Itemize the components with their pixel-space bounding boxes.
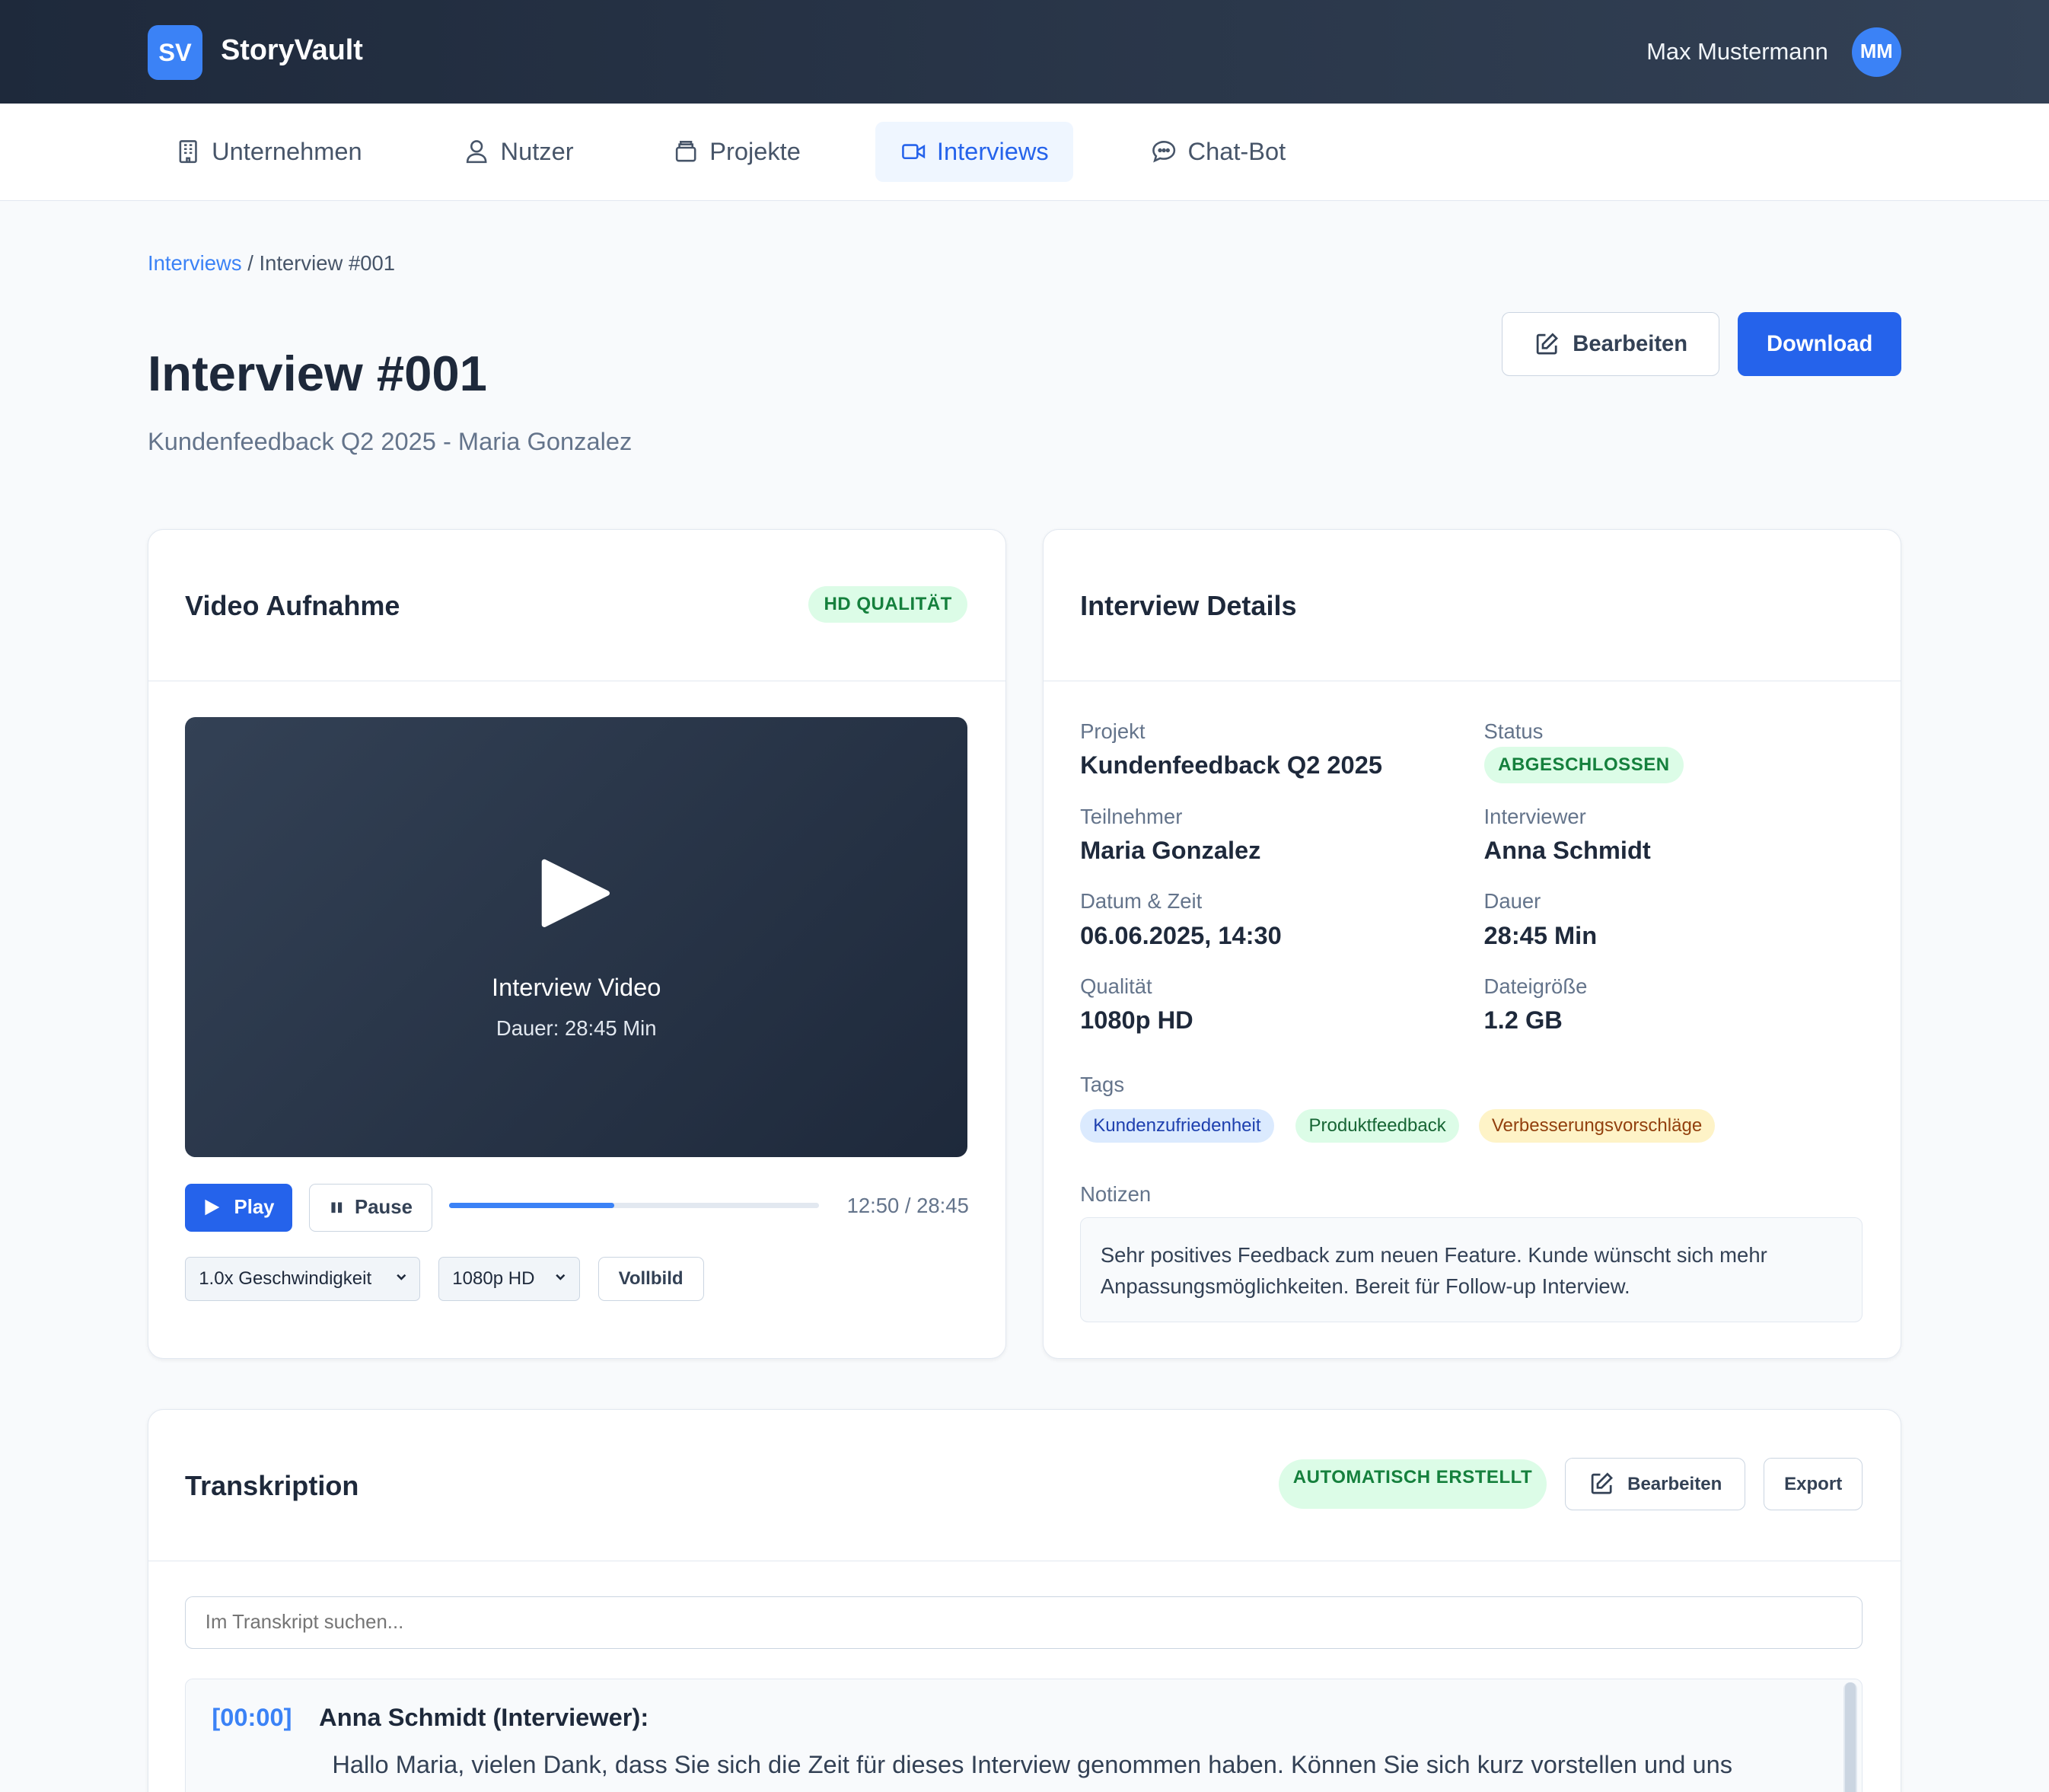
page-title: Interview #001	[147, 346, 487, 402]
transcript-card: Transkription AUTOMATISCH ERSTELLT Bearb…	[147, 1408, 1901, 1792]
play-icon[interactable]	[540, 858, 611, 929]
details-card-title: Interview Details	[1080, 590, 1297, 622]
download-button[interactable]: Download	[1738, 312, 1901, 377]
pause-icon	[331, 1202, 342, 1213]
edit-button-label: Bearbeiten	[1573, 331, 1688, 356]
user-name[interactable]: Max Mustermann	[1646, 38, 1828, 65]
details-card-header: Interview Details	[1044, 530, 1901, 682]
details-card: Interview Details Projekt Kundenfeedback…	[1043, 529, 1901, 1360]
play-icon	[205, 1200, 220, 1216]
quality-select[interactable]: 1080p HD	[438, 1256, 580, 1302]
datum-value: 06.06.2025, 14:30	[1080, 920, 1282, 949]
nav-label: Projekte	[709, 137, 801, 166]
breadcrumb-current: Interview #001	[259, 250, 396, 275]
speed-select-value: 1.0x Geschwindigkeit	[199, 1268, 372, 1289]
video-duration: Dauer: 28:45 Min	[496, 1016, 657, 1040]
transcript-edit-button[interactable]: Bearbeiten	[1564, 1458, 1745, 1510]
top-bar: SV StoryVault Max Mustermann MM	[0, 0, 2049, 104]
nav-item-interviews[interactable]: Interviews	[875, 121, 1074, 182]
video-card-header: Video Aufnahme HD QUALITÄT	[148, 530, 1005, 682]
transcript-speaker: Anna Schmidt (Interviewer):	[319, 1703, 649, 1732]
edit-icon	[1591, 1472, 1613, 1494]
transcript-card-header: Transkription AUTOMATISCH ERSTELLT Bearb…	[148, 1410, 1901, 1561]
breadcrumb-separator: /	[241, 250, 260, 275]
tag-produktfeedback[interactable]: Produktfeedback	[1295, 1108, 1459, 1143]
folder-icon	[676, 140, 696, 162]
nav-label: Unternehmen	[212, 137, 362, 166]
nav-item-nutzer[interactable]: Nutzer	[439, 122, 598, 182]
nav-item-projekte[interactable]: Projekte	[648, 122, 826, 182]
dateigroesse-label: Dateigröße	[1483, 974, 1588, 998]
transcript-search-input[interactable]	[185, 1596, 1863, 1649]
fullscreen-button[interactable]: Vollbild	[597, 1256, 704, 1302]
user-icon	[467, 140, 487, 164]
edit-button[interactable]: Bearbeiten	[1501, 312, 1720, 377]
auto-created-badge: AUTOMATISCH ERSTELLT	[1279, 1459, 1547, 1510]
interviewer-label: Interviewer	[1483, 804, 1586, 828]
page-subtitle: Kundenfeedback Q2 2025 - Maria Gonzalez	[147, 427, 633, 456]
chevron-down-icon	[556, 1274, 566, 1280]
speed-select[interactable]: 1.0x Geschwindigkeit	[185, 1256, 421, 1302]
dateigroesse-value: 1.2 GB	[1483, 1006, 1563, 1035]
main-nav: Unternehmen Nutzer Projekte Interviews C…	[0, 103, 2049, 202]
transcript-title: Transkription	[185, 1469, 359, 1501]
progress-bar[interactable]	[448, 1203, 819, 1209]
nav-item-unternehmen[interactable]: Unternehmen	[150, 122, 387, 182]
notes-label: Notizen	[1080, 1181, 1152, 1206]
qualitaet-label: Qualität	[1080, 974, 1152, 998]
tag-kundenzufriedenheit[interactable]: Kundenzufriedenheit	[1080, 1108, 1274, 1143]
teilnehmer-label: Teilnehmer	[1080, 804, 1183, 828]
projekt-label: Projekt	[1080, 719, 1146, 744]
breadcrumb: Interviews / Interview #001	[148, 251, 395, 276]
transcript-text: Hallo Maria, vielen Dank, dass Sie sich …	[332, 1750, 1733, 1779]
app-name[interactable]: StoryVault	[221, 34, 363, 67]
transcript-list: [00:00] Anna Schmidt (Interviewer): Hall…	[185, 1679, 1863, 1792]
time-display: 12:50 / 28:45	[846, 1194, 969, 1218]
breadcrumb-link-interviews[interactable]: Interviews	[148, 251, 242, 275]
app-logo[interactable]: SV	[147, 24, 203, 80]
chat-icon	[1152, 140, 1176, 163]
avatar[interactable]: MM	[1851, 27, 1901, 78]
qualitaet-value: 1080p HD	[1080, 1006, 1193, 1035]
video-card-title: Video Aufnahme	[185, 590, 400, 622]
dauer-label: Dauer	[1483, 889, 1541, 914]
video-label: Interview Video	[492, 973, 661, 1002]
export-button[interactable]: Export	[1763, 1458, 1863, 1510]
transcript-edit-label: Bearbeiten	[1627, 1473, 1722, 1494]
nav-label: Interviews	[936, 137, 1049, 166]
tag-verbesserungsvorschlaege[interactable]: Verbesserungsvorschläge	[1478, 1108, 1716, 1143]
transcript-scrollbar[interactable]	[1843, 1682, 1857, 1792]
nav-label: Nutzer	[500, 137, 574, 166]
progress-fill	[448, 1203, 614, 1209]
datum-label: Datum & Zeit	[1080, 889, 1203, 914]
chevron-down-icon	[396, 1274, 406, 1280]
dauer-value: 28:45 Min	[1483, 920, 1598, 949]
teilnehmer-value: Maria Gonzalez	[1080, 836, 1261, 865]
quality-select-value: 1080p HD	[452, 1268, 535, 1289]
pause-button[interactable]: Pause	[309, 1183, 432, 1232]
play-button-label: Play	[234, 1196, 275, 1218]
pause-button-label: Pause	[355, 1196, 413, 1218]
video-icon	[902, 144, 926, 160]
hd-quality-badge: HD QUALITÄT	[808, 586, 968, 623]
transcript-timestamp[interactable]: [00:00]	[212, 1703, 292, 1732]
tags-label: Tags	[1080, 1072, 1125, 1096]
building-icon	[179, 140, 197, 164]
scrollbar-thumb[interactable]	[1845, 1682, 1856, 1792]
play-button[interactable]: Play	[185, 1183, 292, 1232]
edit-icon	[1536, 333, 1558, 355]
video-card: Video Aufnahme HD QUALITÄT Interview Vid…	[147, 529, 1006, 1360]
notes-text: Sehr positives Feedback zum neuen Featur…	[1080, 1217, 1863, 1322]
status-label: Status	[1483, 719, 1544, 744]
projekt-value: Kundenfeedback Q2 2025	[1080, 751, 1382, 780]
status-badge: ABGESCHLOSSEN	[1483, 747, 1684, 784]
nav-item-chat-bot[interactable]: Chat-Bot	[1126, 122, 1311, 182]
interviewer-value: Anna Schmidt	[1483, 836, 1651, 865]
video-player[interactable]: Interview Video Dauer: 28:45 Min	[185, 716, 968, 1158]
nav-label: Chat-Bot	[1187, 137, 1286, 166]
